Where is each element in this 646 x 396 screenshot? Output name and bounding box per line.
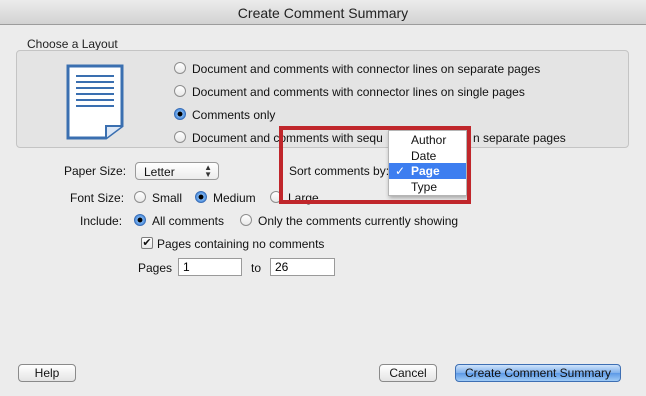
include-radio-showing[interactable] (240, 214, 252, 226)
layout-option-label-0[interactable]: Document and comments with connector lin… (192, 62, 540, 76)
layout-option-radio-3[interactable] (174, 131, 186, 143)
paper-size-label: Paper Size: (64, 164, 127, 178)
layout-option-label-3-tail[interactable]: n separate pages (473, 131, 566, 145)
layout-group-label: Choose a Layout (27, 37, 118, 51)
pages-from-input[interactable] (178, 258, 242, 276)
layout-option-label-1[interactable]: Document and comments with connector lin… (192, 85, 525, 99)
include-label: Include: (80, 214, 123, 228)
annotation-highlight-box (279, 126, 471, 204)
paper-size-select[interactable]: Letter ▲ ▼ (135, 162, 219, 180)
pages-to-input[interactable] (270, 258, 335, 276)
window-title: Create Comment Summary (237, 5, 409, 21)
font-size-radio-medium[interactable] (195, 191, 207, 203)
create-comment-summary-button[interactable]: Create Comment Summary (455, 364, 621, 382)
pages-to-label: to (251, 261, 262, 275)
stepper-arrows-icon: ▲ ▼ (204, 163, 212, 179)
font-size-small-label[interactable]: Small (152, 191, 182, 205)
title-bar: Create Comment Summary (0, 0, 646, 25)
include-all-label[interactable]: All comments (152, 214, 224, 228)
pages-label: Pages (138, 261, 173, 275)
font-size-radio-small[interactable] (134, 191, 146, 203)
help-button[interactable]: Help (18, 364, 76, 382)
cancel-button[interactable]: Cancel (379, 364, 437, 382)
include-showing-label[interactable]: Only the comments currently showing (258, 214, 458, 228)
paper-size-value: Letter (144, 165, 175, 179)
font-size-medium-label[interactable]: Medium (213, 191, 256, 205)
document-icon (66, 64, 124, 140)
font-size-label: Font Size: (70, 191, 125, 205)
layout-option-radio-0[interactable] (174, 62, 186, 74)
no-comments-pages-checkbox[interactable]: ✔ (141, 237, 153, 249)
include-radio-all[interactable] (134, 214, 146, 226)
layout-option-radio-2[interactable] (174, 108, 186, 120)
no-comments-pages-label[interactable]: Pages containing no comments (157, 237, 324, 251)
layout-option-radio-1[interactable] (174, 85, 186, 97)
layout-option-label-2[interactable]: Comments only (192, 108, 275, 122)
